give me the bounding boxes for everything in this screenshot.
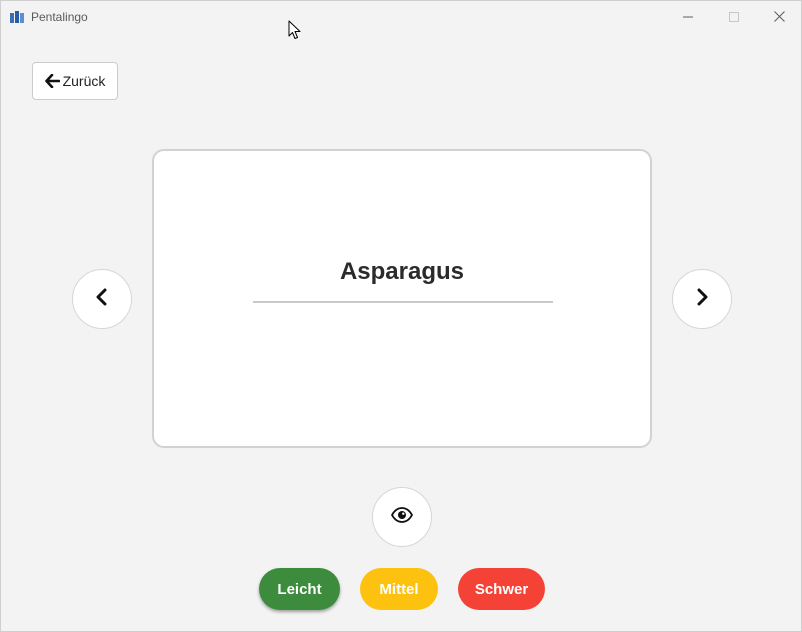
title-bar[interactable]: Pentalingo	[1, 1, 801, 32]
arrow-left-icon	[44, 74, 60, 88]
minimize-button[interactable]	[665, 1, 711, 32]
app-window: Pentalingo Zurück Asparagus Leicht Mitte…	[0, 0, 802, 632]
reveal-answer-button[interactable]	[372, 487, 432, 547]
medium-button[interactable]: Mittel	[360, 568, 438, 610]
flashcard[interactable]: Asparagus	[152, 149, 652, 448]
easy-button[interactable]: Leicht	[259, 568, 340, 610]
close-icon	[773, 11, 785, 22]
window-title: Pentalingo	[31, 10, 88, 24]
maximize-button[interactable]	[711, 1, 757, 32]
card-word: Asparagus	[339, 258, 465, 285]
eye-icon	[390, 506, 414, 528]
minimize-icon	[683, 12, 693, 22]
mouse-cursor-icon	[288, 20, 302, 40]
chevron-right-icon	[695, 288, 709, 311]
back-button-label: Zurück	[62, 73, 106, 89]
back-button[interactable]: Zurück	[32, 62, 118, 100]
maximize-icon	[729, 11, 739, 22]
app-icon	[10, 10, 25, 23]
next-card-button[interactable]	[672, 269, 732, 329]
hard-button[interactable]: Schwer	[458, 568, 545, 610]
close-button[interactable]	[756, 1, 802, 32]
previous-card-button[interactable]	[72, 269, 132, 329]
chevron-left-icon	[95, 288, 109, 311]
card-divider	[253, 301, 553, 303]
